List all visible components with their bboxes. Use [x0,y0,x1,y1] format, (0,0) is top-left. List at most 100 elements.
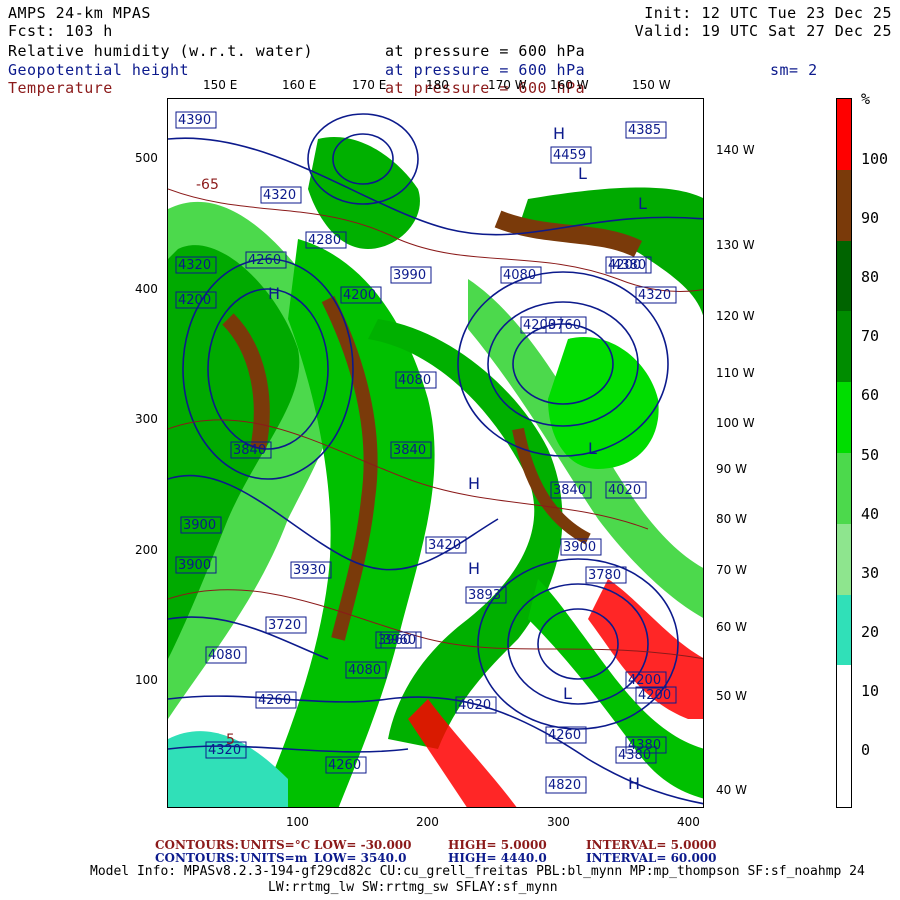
x-tick-label: 400 [677,815,700,829]
height-label: 3840 [393,443,426,458]
low-pressure-marker: L [638,194,647,213]
colorbar-label: 50 [861,446,880,464]
colorbar-segment [837,736,851,807]
height-label: 3990 [393,268,426,283]
y-tick-label: 200 [135,543,158,557]
humidity-colorbar [836,98,852,808]
lon-right-label: 90 W [716,462,747,476]
height-label: 4080 [208,648,241,663]
temperature-label: 5 [226,732,235,748]
gh-contours-low: LOW= 3540.0 [314,851,407,865]
colorbar-label: 80 [861,268,880,286]
height-label: 4080 [503,268,536,283]
x-tick-label: 300 [547,815,570,829]
colorbar-label: 90 [861,209,880,227]
colorbar-segment [837,169,851,241]
height-label: 3780 [588,568,621,583]
height-label: 4080 [348,663,381,678]
colorbar-segment [837,99,851,170]
high-pressure-marker: H [268,284,280,303]
colorbar-label: 20 [861,623,880,641]
y-tick-label: 100 [135,673,158,687]
smoothing-label: sm= 2 [770,61,818,79]
temp-contours-label: CONTOURS: [155,838,239,852]
height-label: 4020 [458,698,491,713]
temp-contours-low: LOW= -30.000 [314,838,412,852]
colorbar-segment [837,382,851,453]
colorbar-label: 100 [861,150,889,168]
model-info-line-2: LW:rrtmg_lw SW:rrtmg_sw SFLAY:sf_mynn [268,880,558,895]
y-tick-label: 400 [135,282,158,296]
gh-contours-units: UNITS=m [240,851,308,865]
height-label: 4200 [628,673,661,688]
lon-right-label: 80 W [716,512,747,526]
colorbar-segment [837,240,851,312]
colorbar-segment [837,594,851,666]
height-label: 4260 [328,758,361,773]
temperature-label: -65 [196,177,219,193]
init-time: Init: 12 UTC Tue 23 Dec 25 [644,4,892,22]
field-rh-name: Relative humidity (w.r.t. water) [8,42,313,60]
height-label: 4820 [548,778,581,793]
height-label: 4320 [178,258,211,273]
high-pressure-marker: H [628,774,640,793]
low-pressure-marker: L [588,439,597,458]
colorbar-segment [837,311,851,383]
y-tick-label: 300 [135,412,158,426]
height-label: 4020 [608,483,641,498]
low-pressure-marker: L [563,684,572,703]
field-temp-name: Temperature [8,79,113,97]
lon-right-label: 120 W [716,309,755,323]
lon-top-label: 150 E [203,78,238,92]
field-gh-pressure: at pressure = 600 hPa [385,61,586,79]
height-label: 3930 [293,563,326,578]
model-title: AMPS 24-km MPAS [8,4,151,22]
height-label: 4200 [343,288,376,303]
height-label: 4390 [178,113,211,128]
forecast-map: 4390 4320 4459 4385 4320 4280 4260 4320 4200 4080… [167,98,704,808]
height-label: 4320 [638,288,671,303]
temp-contours-interval: INTERVAL= 5.0000 [586,838,717,852]
colorbar-label: 30 [861,564,880,582]
low-pressure-marker: L [578,164,587,183]
high-pressure-marker: H [468,559,480,578]
colorbar-segment [837,453,851,524]
height-label: 3900 [563,540,596,555]
height-label: 3420 [428,538,461,553]
height-label: 3960 [383,633,416,648]
colorbar-segment [837,665,851,737]
gh-contours-label: CONTOURS: [155,851,239,865]
height-label: 4280 [308,233,341,248]
forecast-hour: Fcst: 103 h [8,22,113,40]
lon-right-label: 70 W [716,563,747,577]
x-tick-label: 100 [286,815,309,829]
colorbar-label: 40 [861,505,880,523]
field-rh-pressure: at pressure = 600 hPa [385,42,586,60]
lon-right-label: 50 W [716,689,747,703]
height-label: 4200 [608,258,641,273]
high-pressure-marker: H [553,124,565,143]
height-label: 4260 [248,253,281,268]
height-label: 3840 [553,483,586,498]
lon-right-label: 100 W [716,416,755,430]
temp-contours-units: UNITS=°C [240,838,311,852]
colorbar-label: 10 [861,682,880,700]
gh-contours-interval: INTERVAL= 60.000 [586,851,717,865]
lon-top-label: 150 W [632,78,671,92]
lon-top-label: 160 W [550,78,589,92]
height-label: 4260 [548,728,581,743]
lon-right-label: 140 W [716,143,755,157]
colorbar-segment [837,523,851,595]
height-label: 3720 [268,618,301,633]
height-label: 3893 [468,588,501,603]
height-label: 4080 [398,373,431,388]
height-label: 3760 [548,318,581,333]
height-label: 3900 [183,518,216,533]
model-info-line-1: Model Info: MPASv8.2.3-194-gf29cd82c CU:… [90,864,865,879]
height-label: 4200 [178,293,211,308]
y-tick-label: 500 [135,151,158,165]
height-label: 3900 [178,558,211,573]
lon-right-label: 110 W [716,366,755,380]
height-label: 3840 [233,443,266,458]
colorbar-unit: % [861,90,871,108]
